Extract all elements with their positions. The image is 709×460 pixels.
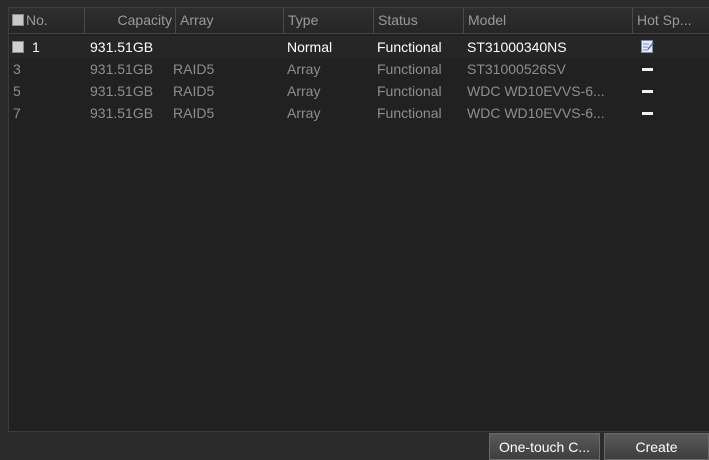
action-bar: One-touch C... Create	[0, 432, 709, 460]
dash-icon	[642, 90, 653, 93]
column-header-capacity[interactable]: Capacity	[84, 8, 175, 33]
column-header-hot-spare[interactable]: Hot Sp...	[632, 8, 709, 33]
cell-type: Normal	[287, 39, 333, 55]
dash-icon	[642, 68, 653, 71]
cell-model: WDC WD10EVVS-6...	[467, 83, 605, 99]
dash-icon	[642, 112, 653, 115]
cell-capacity: 931.51GB	[90, 83, 154, 99]
disk-table: No. Capacity Array Type Status Model Hot…	[8, 7, 709, 432]
table-row[interactable]: 1 931.51GB Normal Functional ST31000340N…	[9, 36, 709, 58]
select-all-checkbox[interactable]	[12, 14, 24, 26]
column-header-status[interactable]: Status	[373, 8, 463, 33]
column-header-model[interactable]: Model	[463, 8, 632, 33]
table-row[interactable]: 3 931.51GB RAID5 Array Functional ST3100…	[9, 58, 709, 80]
cell-no: 3	[13, 61, 21, 77]
cell-no: 5	[13, 83, 21, 99]
column-header-type[interactable]: Type	[283, 8, 373, 33]
cell-type: Array	[287, 61, 321, 77]
cell-capacity: 931.51GB	[90, 39, 154, 55]
cell-type: Array	[287, 83, 321, 99]
cell-status: Functional	[377, 39, 442, 55]
cell-status: Functional	[377, 61, 442, 77]
table-row[interactable]: 7 931.51GB RAID5 Array Functional WDC WD…	[9, 102, 709, 124]
cell-type: Array	[287, 105, 321, 121]
cell-status: Functional	[377, 83, 442, 99]
row-checkbox[interactable]	[12, 41, 24, 53]
table-header: No. Capacity Array Type Status Model Hot…	[9, 8, 709, 34]
cell-capacity: 931.51GB	[90, 105, 154, 121]
edit-icon[interactable]	[641, 40, 654, 53]
one-touch-config-button[interactable]: One-touch C...	[489, 433, 600, 460]
cell-model: WDC WD10EVVS-6...	[467, 105, 605, 121]
column-header-no-label: No.	[26, 12, 48, 28]
column-header-array[interactable]: Array	[175, 8, 283, 33]
cell-capacity: 931.51GB	[90, 61, 154, 77]
table-row[interactable]: 5 931.51GB RAID5 Array Functional WDC WD…	[9, 80, 709, 102]
cell-array: RAID5	[173, 105, 215, 121]
disk-management-panel: No. Capacity Array Type Status Model Hot…	[0, 0, 709, 460]
cell-no: 1	[32, 39, 40, 55]
cell-array: RAID5	[173, 83, 215, 99]
cell-array: RAID5	[173, 61, 215, 77]
column-header-no[interactable]: No.	[9, 8, 84, 33]
cell-status: Functional	[377, 105, 442, 121]
create-button[interactable]: Create	[604, 433, 709, 460]
cell-no: 7	[13, 105, 21, 121]
cell-model: ST31000526SV	[467, 61, 566, 77]
cell-model: ST31000340NS	[467, 39, 567, 55]
cell-array	[175, 36, 283, 58]
